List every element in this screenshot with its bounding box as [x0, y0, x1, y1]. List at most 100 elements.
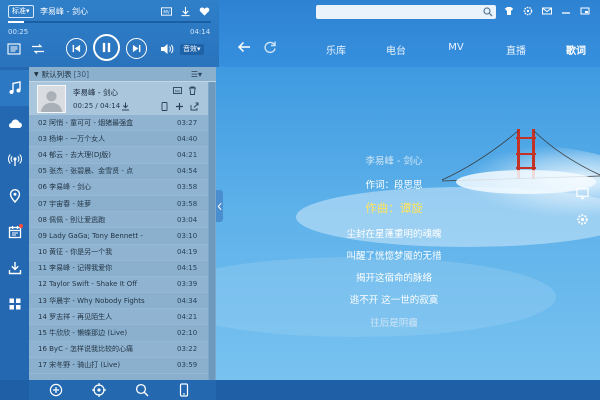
table-row[interactable]: 13 华晨宇 - Why Nobody Fights 04:34 — [29, 293, 216, 310]
tab-4[interactable]: 歌词 — [546, 42, 600, 57]
table-row[interactable]: 07 宇宙春 - 娃萝 03:58 — [29, 196, 216, 213]
track-name: 05 张杰 - 张碧晨、金雪贤 - 点 — [38, 167, 134, 176]
table-row[interactable]: 06 李易峰 - 剑心 03:58 — [29, 179, 216, 196]
table-row[interactable]: 17 宋冬野 - 骑山打 (Live) 03:59 — [29, 358, 216, 374]
current-track-row[interactable]: 李易峰 - 剑心 00:25 / 04:14 MV — [29, 81, 216, 115]
lyrics-settings-icon[interactable] — [575, 212, 589, 226]
shuffle-mode-icon[interactable] — [31, 43, 45, 55]
tab-0[interactable]: 乐库 — [306, 42, 366, 57]
track-name: 09 Lady GaGa; Tony Bennett - — [38, 231, 143, 240]
track-list: 02 阿悄 - 童可可 - 烟猪最强盒 03:27 03 杨坤 - 一万个女人 04:… — [29, 115, 216, 374]
mv-icon[interactable]: MV — [173, 86, 182, 95]
table-row[interactable]: 02 阿悄 - 童可可 - 烟猪最强盒 03:27 — [29, 115, 216, 132]
sidebar-item-cloud[interactable] — [0, 106, 29, 142]
playlist-menu-icon[interactable]: ☰▾ — [191, 70, 202, 79]
search-icon[interactable] — [483, 7, 493, 17]
sidebar-item-apps[interactable] — [0, 286, 29, 322]
previous-button[interactable] — [66, 38, 87, 59]
sidebar-item-music[interactable] — [0, 70, 29, 106]
skin-icon[interactable] — [504, 4, 514, 17]
lyric-line: 往后是阴霾 — [370, 318, 418, 329]
bottom-toolbar — [0, 380, 600, 400]
add-circle-icon[interactable] — [49, 383, 63, 397]
settings-icon[interactable] — [523, 4, 533, 17]
track-duration: 03:27 — [177, 118, 198, 127]
next-button[interactable] — [126, 38, 147, 59]
lyric-line: 李易峰 - 剑心 — [365, 156, 423, 167]
sidebar-item-radio[interactable] — [0, 142, 29, 178]
sidebar-item-download[interactable] — [0, 250, 29, 286]
table-row[interactable]: 08 佩佩 - 别让爱逃跑 03:04 — [29, 212, 216, 229]
cloud-icon — [8, 119, 22, 129]
playlist-title: 默认列表 — [41, 69, 72, 79]
download-icon[interactable] — [179, 5, 192, 17]
collapse-panel-button[interactable] — [216, 190, 223, 222]
phone-icon[interactable] — [177, 383, 191, 397]
apps-icon — [9, 298, 20, 310]
search-icon[interactable] — [135, 383, 149, 397]
scrollbar-thumb[interactable] — [209, 82, 215, 380]
playlist-count: [30] — [73, 69, 90, 79]
quality-selector[interactable]: 标准▾ — [8, 5, 34, 18]
table-row[interactable]: 03 杨坤 - 一万个女人 04:40 — [29, 131, 216, 148]
playlist-toggle-icon[interactable] — [7, 43, 21, 55]
search-input[interactable] — [316, 5, 496, 19]
delete-icon[interactable] — [188, 86, 197, 95]
playlist-header[interactable]: ▼ 默认列表 [30] ☰▾ — [29, 67, 216, 81]
track-duration: 03:10 — [177, 231, 198, 240]
lyric-line: 叫醒了恍惚梦魇的无措 — [346, 251, 442, 262]
locate-icon[interactable] — [92, 383, 106, 397]
background-scene — [216, 129, 600, 337]
collapse-triangle-icon[interactable]: ▼ — [34, 71, 39, 78]
track-name: 02 阿悄 - 童可可 - 烟猪最强盒 — [38, 118, 134, 127]
table-row[interactable]: 14 罗志祥 - 再见陌生人 04:21 — [29, 309, 216, 326]
track-name: 12 Taylor Swift - Shake It Off — [38, 280, 138, 289]
mail-icon[interactable] — [542, 4, 552, 17]
sound-effect-button[interactable]: 音效▾ — [180, 44, 204, 55]
mini-mode-icon[interactable] — [580, 4, 590, 17]
phone-icon[interactable] — [160, 102, 169, 111]
track-name: 16 ByC - 怎样说我比较的心痛 — [38, 345, 133, 354]
table-row[interactable]: 04 郁云 - 去大理(DJ版) 04:21 — [29, 147, 216, 164]
music-note-icon — [9, 81, 21, 94]
table-row[interactable]: 15 牛欣欣 - 懒蝶那边 (Live) 02:10 — [29, 325, 216, 342]
pause-button[interactable] — [93, 34, 120, 61]
sidebar-item-calendar[interactable] — [0, 214, 29, 250]
volume-icon[interactable] — [160, 43, 174, 55]
table-row[interactable]: 12 Taylor Swift - Shake It Off 03:39 — [29, 276, 216, 294]
svg-text:MV: MV — [163, 9, 170, 14]
location-icon — [9, 189, 20, 203]
table-row[interactable]: 10 黄征 - 你是另一个我 04:19 — [29, 244, 216, 261]
tab-1[interactable]: 电台 — [366, 42, 426, 57]
track-name: 17 宋冬野 - 骑山打 (Live) — [38, 361, 121, 370]
track-name: 03 杨坤 - 一万个女人 — [38, 134, 106, 143]
desktop-lyrics-icon[interactable] — [575, 186, 589, 200]
back-arrow-icon[interactable] — [237, 40, 251, 54]
lyric-line: 作曲：谭旋 — [365, 201, 423, 215]
current-track-time: 00:25 / 04:14 — [73, 102, 121, 110]
progress-fill — [8, 21, 25, 23]
refresh-icon[interactable] — [263, 40, 277, 54]
table-row[interactable]: 05 张杰 - 张碧晨、金雪贤 - 点 04:54 — [29, 164, 216, 180]
track-name: 08 佩佩 - 别让爱逃跑 — [38, 215, 106, 224]
sidebar-item-location[interactable] — [0, 178, 29, 214]
table-row[interactable]: 11 李易峰 - 记得我爱你 04:15 — [29, 261, 216, 277]
time-elapsed: 00:25 — [8, 28, 29, 36]
share-icon[interactable] — [190, 102, 199, 111]
tab-2[interactable]: MV — [426, 42, 486, 57]
tab-3[interactable]: 直播 — [486, 42, 546, 57]
progress-bar[interactable] — [8, 21, 211, 23]
download-icon[interactable] — [121, 102, 130, 111]
heart-icon[interactable] — [198, 5, 211, 17]
lyric-line: 尘封在星蓬重明的魂魄 — [346, 229, 442, 240]
playlist-scrollbar[interactable] — [208, 82, 216, 380]
add-icon[interactable] — [175, 102, 184, 111]
now-playing-title: 李易峰 - 剑心 — [40, 7, 88, 16]
track-duration: 04:21 — [177, 150, 198, 159]
minimize-icon[interactable] — [561, 4, 571, 17]
mv-icon[interactable]: MV — [160, 5, 173, 17]
track-duration: 02:10 — [177, 329, 198, 338]
table-row[interactable]: 16 ByC - 怎样说我比较的心痛 03:22 — [29, 341, 216, 358]
table-row[interactable]: 09 Lady GaGa; Tony Bennett - 03:10 — [29, 228, 216, 245]
avatar — [37, 85, 66, 113]
